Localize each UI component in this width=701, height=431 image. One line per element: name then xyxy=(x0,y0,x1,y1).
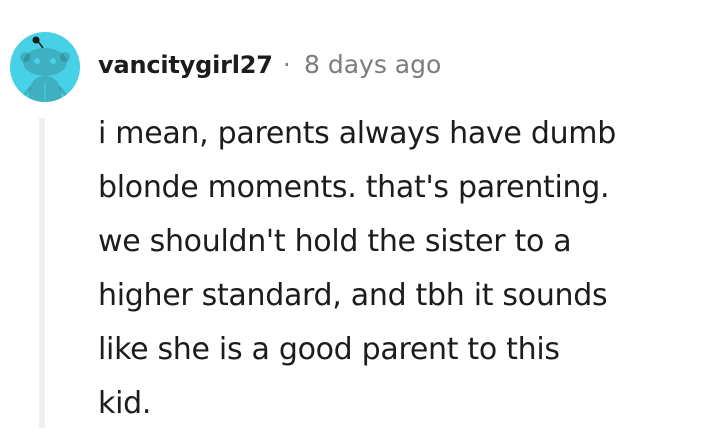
comment-timestamp-link[interactable]: 8 days ago xyxy=(304,49,441,81)
comment-author-link[interactable]: vancitygirl27 xyxy=(98,49,273,81)
comment-body-line: blonde moments. that's parenting. xyxy=(98,170,610,205)
thread-line[interactable] xyxy=(39,118,45,428)
comment-body-line: i mean, parents always have dumb xyxy=(98,116,616,151)
meta-separator: · xyxy=(283,51,291,79)
comment-body-line: like she is a good parent to this xyxy=(98,332,560,367)
comment-body-line: kid. xyxy=(98,386,152,421)
snoo-avatar-icon[interactable] xyxy=(10,32,80,102)
comment-body: i mean, parents always have dumb blonde … xyxy=(98,107,693,431)
comment-body-line: higher standard, and tbh it sounds xyxy=(98,278,608,313)
comment-body-line: we shouldn't hold the sister to a xyxy=(98,224,572,259)
